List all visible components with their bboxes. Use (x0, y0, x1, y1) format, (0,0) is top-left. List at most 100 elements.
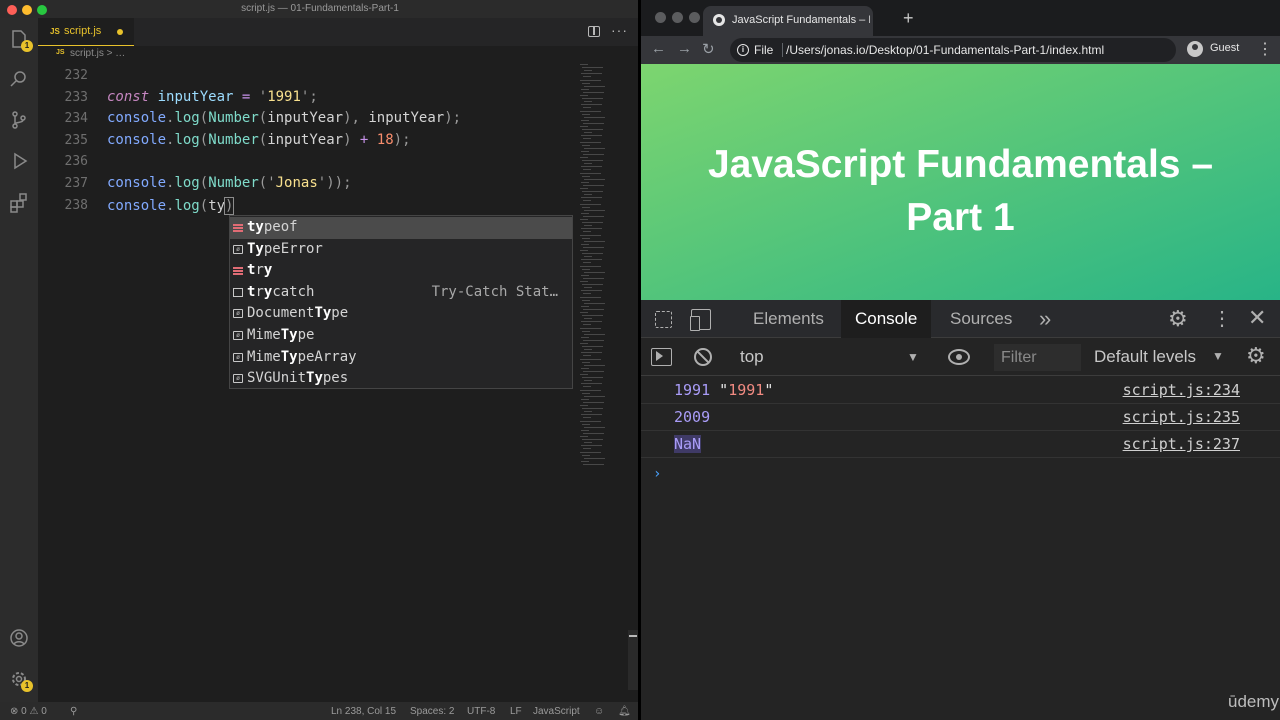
source-link[interactable]: script.js:237 (1123, 435, 1240, 453)
minimap-line (583, 246, 604, 248)
profile-avatar-icon[interactable] (1187, 41, 1203, 57)
log-levels-dropdown[interactable]: Default levels (1094, 347, 1196, 367)
inspect-element-icon[interactable] (655, 311, 672, 328)
split-editor-icon[interactable] (588, 26, 600, 37)
close-devtools-icon[interactable]: ✕ (1248, 305, 1266, 331)
forward-arrow-icon[interactable]: → (677, 40, 692, 57)
chrome-menu-icon[interactable]: ⋮ (1257, 39, 1273, 59)
code-text[interactable]: console.log(Number('Jonas')); (107, 175, 352, 191)
context-selector[interactable]: top (740, 347, 764, 367)
cursor-position[interactable]: Ln 238, Col 15 (331, 706, 396, 717)
close-window-button[interactable] (655, 12, 666, 23)
suggestion-item[interactable]: typeof (230, 217, 572, 239)
minimap-line (584, 411, 592, 413)
minimap-line (583, 432, 604, 434)
minimap-line (580, 389, 601, 391)
code-line[interactable]: 236 (38, 152, 578, 173)
code-line[interactable]: 234 console.log(Number(inputYear), inputY… (38, 109, 578, 130)
more-actions-icon[interactable]: ··· (611, 22, 628, 38)
chevron-down-icon[interactable]: ▼ (1212, 349, 1224, 363)
code-line[interactable]: 238 console.log(ty) (38, 196, 578, 217)
problems-indicator[interactable]: ⊗ 0 ⚠ 0 (10, 706, 47, 717)
page-viewport: JavaScript Fundamentals – Part 1 (641, 64, 1280, 300)
minimap-line (583, 231, 591, 233)
page-heading: JavaScript Fundamentals – Part 1 (707, 143, 1214, 239)
source-control-icon[interactable] (8, 109, 30, 131)
indentation[interactable]: Spaces: 2 (410, 706, 454, 717)
live-expression-eye-icon[interactable] (948, 349, 970, 365)
code-text[interactable]: console.log(Number(inputYear), inputYear… (107, 110, 461, 126)
back-arrow-icon[interactable]: ← (651, 40, 666, 57)
console-value: 1991 "1991" (674, 381, 774, 399)
settings-gear-icon[interactable]: ⚙ (1168, 306, 1188, 332)
url-text[interactable]: /Users/jonas.io/Desktop/01-Fundamentals-… (786, 43, 1104, 57)
suggestion-item[interactable]: try (230, 260, 572, 282)
console-sidebar-icon[interactable] (651, 348, 672, 366)
minimap-line (583, 262, 591, 264)
clear-console-icon[interactable] (694, 348, 712, 366)
console-settings-gear-icon[interactable]: ⚙ (1246, 343, 1266, 369)
tab-script-js[interactable]: JS script.js (38, 18, 134, 46)
minimap-line (582, 315, 603, 317)
code-text[interactable]: const inputYear = '1991'; (107, 89, 318, 105)
tab-console[interactable]: Console (841, 300, 932, 338)
console-prompt[interactable]: › (653, 466, 661, 482)
minimap[interactable] (580, 64, 624, 474)
reload-icon[interactable]: ↻ (702, 40, 715, 58)
warning-count: 0 (41, 706, 47, 717)
minimap-line (584, 256, 592, 258)
maximize-window-button[interactable] (689, 12, 700, 23)
code-token: 18 (376, 131, 394, 148)
suggestion-item[interactable]: ø MimeTypeArray (230, 347, 572, 369)
suggestion-item[interactable]: ø SVGUnitTypes (230, 368, 572, 390)
account-icon[interactable] (8, 627, 30, 649)
suggestion-item[interactable]: ø MimeType (230, 325, 572, 347)
encoding[interactable]: UTF-8 (467, 706, 495, 717)
new-tab-button[interactable]: + (903, 8, 914, 29)
code-text[interactable]: console.log(Number(inputYear) + 18); (107, 132, 411, 148)
source-link[interactable]: script.js:235 (1123, 408, 1240, 426)
breadcrumb-path[interactable]: script.js > … (70, 48, 125, 59)
unsaved-dot-icon[interactable] (117, 29, 123, 35)
code-line[interactable]: 232 (38, 66, 578, 87)
minimap-line (583, 339, 604, 341)
language-mode[interactable]: JavaScript (533, 706, 580, 717)
minimap-line (581, 460, 589, 462)
tab-sources[interactable]: Sources (936, 300, 1026, 338)
suggestion-item[interactable]: ø TypeError (230, 239, 572, 261)
manage-gear-icon[interactable]: 1 (8, 668, 33, 692)
code-line[interactable]: 233 const inputYear = '1991'; (38, 88, 578, 109)
suggestion-item[interactable]: trycatch Try-Catch Stat… (230, 282, 572, 304)
cursor-position-marker (629, 635, 637, 637)
device-toolbar-icon[interactable] (690, 309, 711, 331)
code-line[interactable]: 235 console.log(Number(inputYear) + 18); (38, 131, 578, 152)
code-text[interactable]: console.log(ty) (107, 196, 235, 215)
search-icon[interactable] (8, 68, 30, 90)
scrollbar-thumb[interactable] (628, 630, 638, 690)
console-message: 1991 "1991" script.js:234 (641, 377, 1280, 404)
feedback-icon[interactable]: ☺ (594, 706, 604, 717)
run-debug-icon[interactable] (8, 150, 30, 172)
minimize-window-button[interactable] (672, 12, 683, 23)
console-filter-input[interactable] (994, 344, 1081, 371)
live-share-icon[interactable]: ⚲ (70, 706, 77, 717)
info-icon[interactable]: i (737, 44, 749, 56)
profile-label[interactable]: Guest (1210, 42, 1239, 54)
more-tabs-icon[interactable]: » (1039, 306, 1051, 332)
explorer-icon[interactable]: 1 (8, 28, 33, 52)
extensions-icon[interactable] (8, 192, 30, 214)
code-line[interactable]: 237 console.log(Number('Jonas')); (38, 174, 578, 195)
chevron-down-icon[interactable]: ▼ (907, 350, 919, 364)
line-ending[interactable]: LF (510, 706, 522, 717)
address-bar[interactable]: i File /Users/jonas.io/Desktop/01-Fundam… (730, 38, 1176, 62)
code-token: inputYear (368, 110, 445, 127)
source-link[interactable]: script.js:234 (1123, 381, 1240, 399)
suggestion-item[interactable]: ø DocumentType (230, 303, 572, 325)
notifications-icon[interactable]: 🔔︎ (618, 706, 631, 717)
udemy-watermark: ūdemy (1228, 692, 1280, 711)
tab-elements[interactable]: Elements (739, 300, 838, 338)
browser-tab[interactable]: JavaScript Fundamentals – Part 1 (703, 6, 873, 36)
editor-scrollbar[interactable] (628, 64, 638, 690)
devtools-menu-icon[interactable]: ⋮ (1212, 306, 1232, 331)
minimap-line (581, 305, 589, 307)
